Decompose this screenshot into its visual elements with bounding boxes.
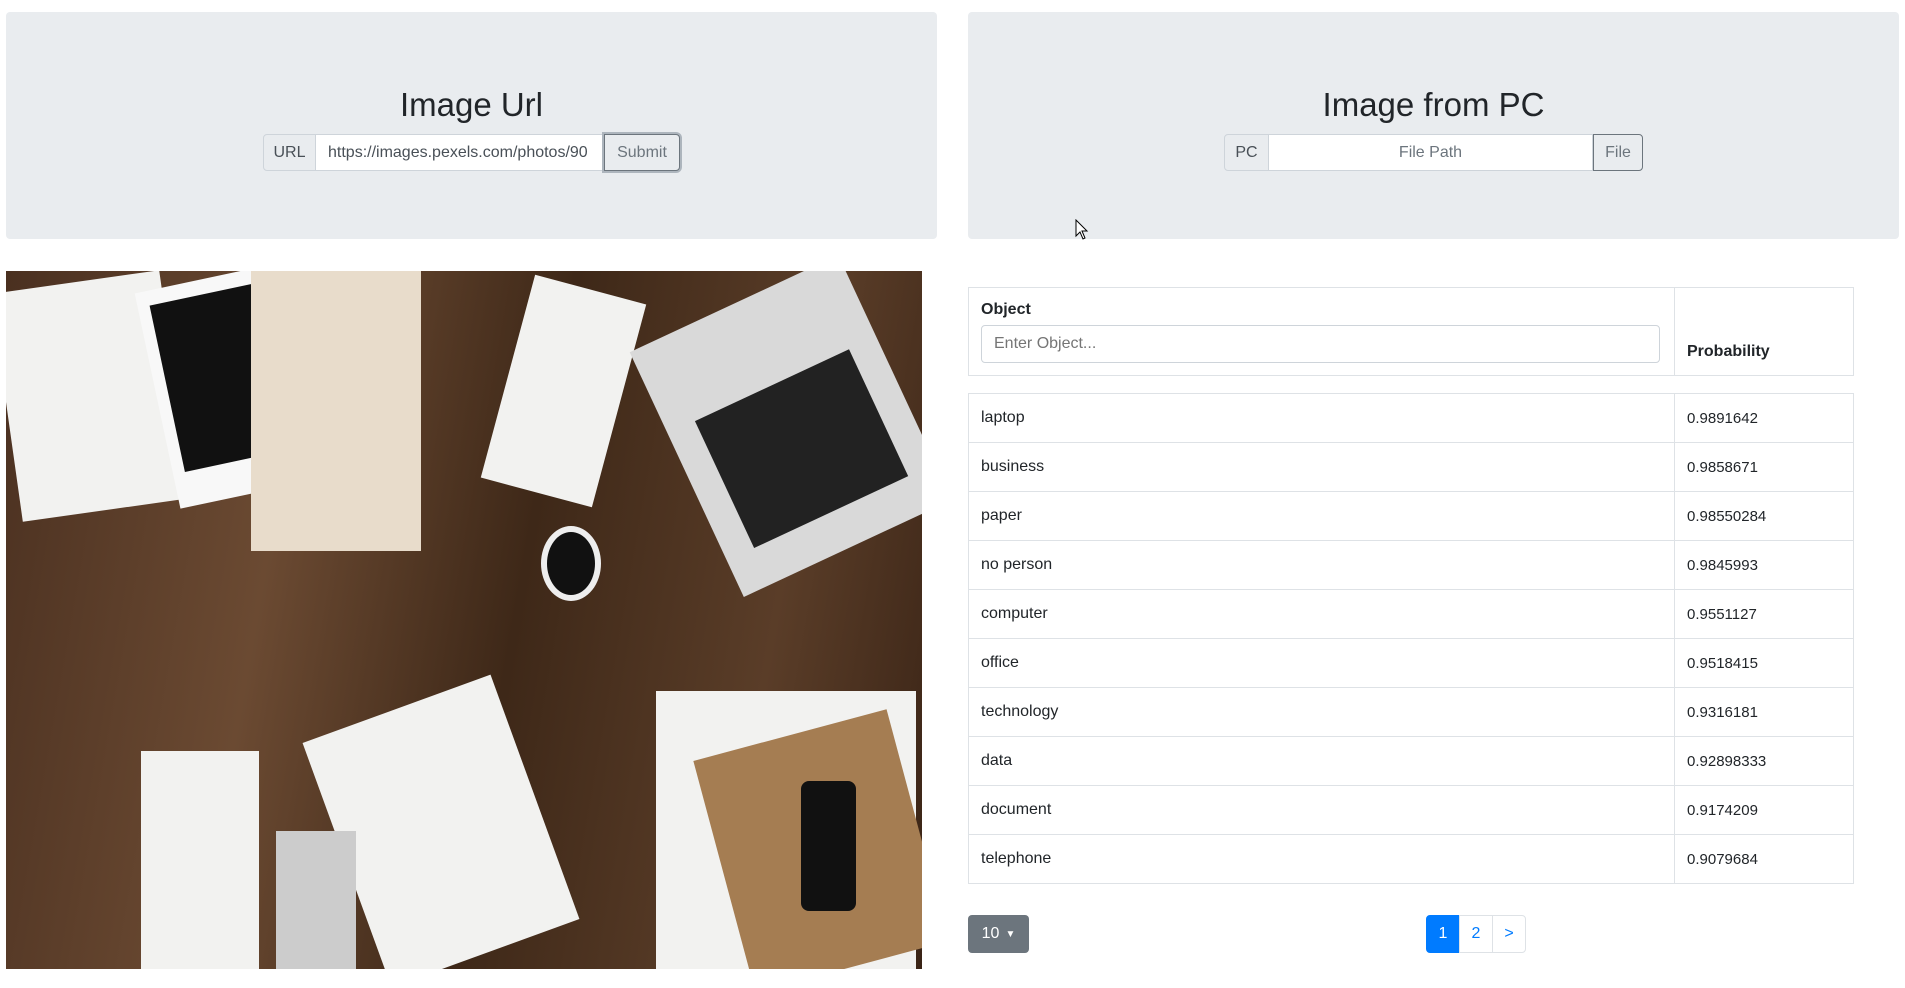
pc-panel-title: Image from PC <box>1322 86 1545 123</box>
table-row: telephone 0.9079684 <box>968 834 1854 884</box>
object-cell: office <box>968 638 1675 688</box>
object-cell: telephone <box>968 834 1675 884</box>
object-cell: no person <box>968 540 1675 590</box>
url-panel: Image Url URL https://images.pexels.com/… <box>6 12 937 239</box>
analyzed-image <box>6 271 922 969</box>
submit-button[interactable]: Submit <box>604 134 680 171</box>
table-row: no person 0.9845993 <box>968 540 1854 590</box>
pc-input-group: PC File Path File <box>1224 134 1643 171</box>
object-cell: data <box>968 736 1675 786</box>
object-cell: business <box>968 442 1675 492</box>
probability-column-header: Probability <box>1674 287 1854 376</box>
probability-cell: 0.9845993 <box>1674 540 1854 590</box>
url-input[interactable]: https://images.pexels.com/photos/90 <box>316 134 604 171</box>
page-1-button[interactable]: 1 <box>1426 915 1460 953</box>
probability-cell: 0.98550284 <box>1674 491 1854 541</box>
probability-cell: 0.9316181 <box>1674 687 1854 737</box>
pc-prefix: PC <box>1224 134 1269 171</box>
mouse-cursor-icon <box>1075 219 1089 240</box>
table-row: office 0.9518415 <box>968 638 1854 688</box>
file-button[interactable]: File <box>1593 134 1643 171</box>
probability-cell: 0.9174209 <box>1674 785 1854 835</box>
url-prefix: URL <box>263 134 316 171</box>
table-row: data 0.92898333 <box>968 736 1854 786</box>
probability-cell: 0.9551127 <box>1674 589 1854 639</box>
page-size-dropdown[interactable]: 10 ▼ <box>968 915 1029 953</box>
probability-cell: 0.9858671 <box>1674 442 1854 492</box>
table-row: business 0.9858671 <box>968 442 1854 492</box>
page-size-value: 10 <box>981 925 1000 942</box>
page-2-button[interactable]: 2 <box>1459 915 1493 953</box>
table-row: technology 0.9316181 <box>968 687 1854 737</box>
object-cell: document <box>968 785 1675 835</box>
object-cell: paper <box>968 491 1675 541</box>
object-filter-input[interactable] <box>981 325 1660 363</box>
probability-cell: 0.92898333 <box>1674 736 1854 786</box>
file-path-input[interactable]: File Path <box>1269 134 1593 171</box>
probability-cell: 0.9079684 <box>1674 834 1854 884</box>
pc-panel: Image from PC PC File Path File <box>968 12 1899 239</box>
caret-down-icon: ▼ <box>1005 928 1016 940</box>
object-cell: computer <box>968 589 1675 639</box>
pagination: 1 2 > <box>1426 915 1526 953</box>
table-row: laptop 0.9891642 <box>968 393 1854 443</box>
table-row: paper 0.98550284 <box>968 491 1854 541</box>
table-row: document 0.9174209 <box>968 785 1854 835</box>
object-cell: technology <box>968 687 1675 737</box>
table-row: computer 0.9551127 <box>968 589 1854 639</box>
probability-cell: 0.9518415 <box>1674 638 1854 688</box>
probability-cell: 0.9891642 <box>1674 393 1854 443</box>
object-column-header: Object <box>981 301 1031 318</box>
next-page-button[interactable]: > <box>1492 915 1526 953</box>
results-table: Object Probability laptop0.9891642busine… <box>968 287 1854 884</box>
url-input-group: URL https://images.pexels.com/photos/90 … <box>263 134 680 171</box>
object-cell: laptop <box>968 393 1675 443</box>
url-panel-title: Image Url <box>399 86 544 123</box>
